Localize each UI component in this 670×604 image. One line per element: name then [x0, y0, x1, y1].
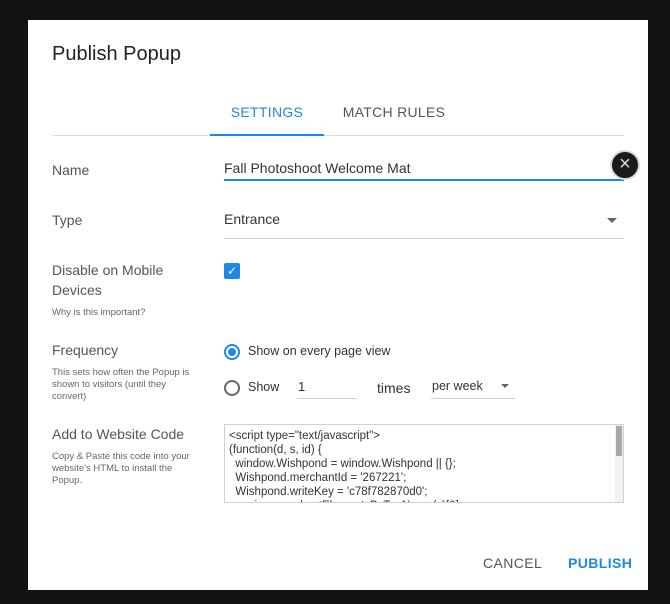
why-important-link[interactable]: Why is this important? [52, 307, 145, 319]
name-input-underline [224, 179, 624, 181]
times-label: times [377, 380, 411, 396]
checkmark-icon: ✓ [226, 264, 238, 278]
frequency-label: Frequency [52, 342, 119, 358]
type-select-underline [224, 238, 624, 239]
website-code-help-line3: Popup. [52, 475, 83, 486]
cancel-button[interactable]: CANCEL [483, 555, 542, 571]
publish-popup-dialog: Publish Popup SETTINGS MATCH RULES Name … [28, 20, 648, 590]
period-select[interactable]: per week [432, 379, 483, 393]
active-tab-indicator [210, 134, 324, 136]
frequency-help-line1: This sets how often the Popup is [52, 367, 190, 378]
frequency-help-line2: shown to visitors (until they [52, 379, 167, 390]
every-page-view-label: Show on every page view [248, 344, 391, 358]
name-label: Name [52, 162, 90, 178]
code-scrollbar-thumb[interactable] [616, 426, 622, 456]
website-code-content: <script type="text/javascript"> (functio… [229, 430, 462, 502]
chevron-down-icon[interactable] [607, 218, 617, 223]
show-label: Show [248, 380, 280, 394]
website-code-help-line1: Copy & Paste this code into your [52, 451, 190, 462]
tab-settings[interactable]: SETTINGS [210, 100, 324, 136]
website-code-label: Add to Website Code [52, 426, 185, 442]
period-select-underline [431, 398, 515, 399]
type-select[interactable]: Entrance [224, 211, 280, 227]
tabs-divider [52, 135, 624, 136]
times-count-input[interactable]: 1 [298, 379, 305, 394]
disable-mobile-checkbox[interactable]: ✓ [224, 263, 240, 279]
dialog-title: Publish Popup [52, 43, 181, 65]
type-label: Type [52, 212, 83, 228]
website-code-help-line2: website's HTML to install the [52, 463, 173, 474]
name-input[interactable]: Fall Photoshoot Welcome Mat [224, 160, 411, 176]
tab-match-rules[interactable]: MATCH RULES [336, 100, 452, 136]
close-icon[interactable]: × [610, 150, 640, 180]
publish-button[interactable]: PUBLISH [568, 555, 632, 571]
website-code-textarea[interactable]: <script type="text/javascript"> (functio… [224, 424, 624, 503]
period-chevron-down-icon[interactable] [501, 384, 509, 388]
frequency-help-line3: convert) [52, 391, 87, 402]
mobile-label-line1: Disable on Mobile [52, 262, 164, 278]
mobile-label-line2: Devices [52, 282, 102, 298]
radio-every-page-view[interactable] [224, 344, 240, 360]
times-count-underline [297, 398, 357, 399]
radio-show-times[interactable] [224, 380, 240, 396]
